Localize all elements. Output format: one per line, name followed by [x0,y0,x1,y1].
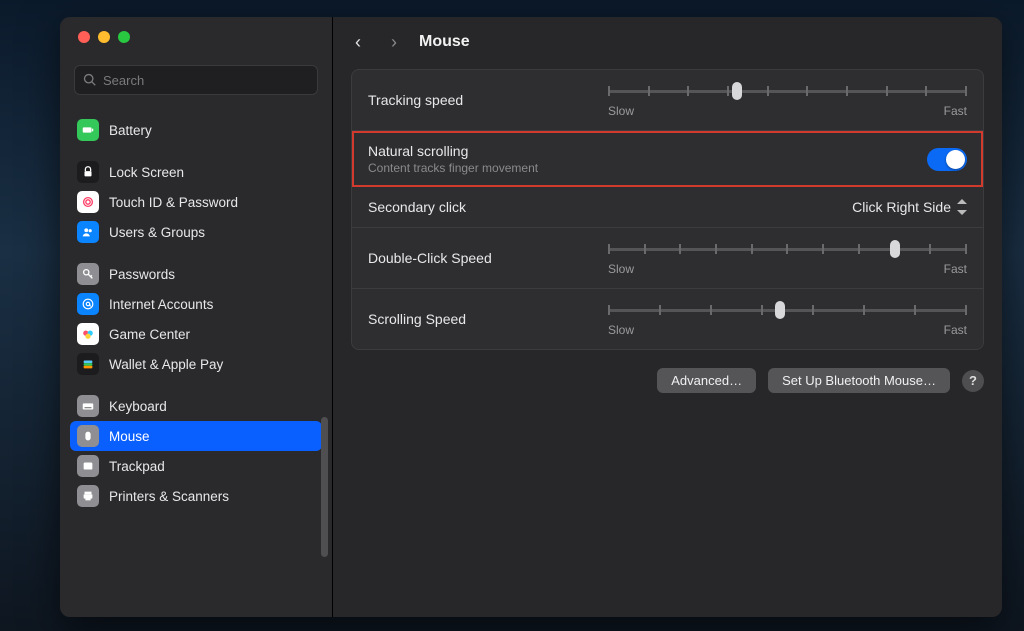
sidebar-item-label: Battery [109,123,152,138]
secondary-click-row: Secondary click Click Right Side [352,187,983,228]
slider-min-label: Slow [608,323,634,337]
key-icon [77,263,99,285]
sidebar-list: Battery Lock Screen Touch ID & Password Use… [60,103,332,617]
nav-forward-button: › [387,32,401,53]
sidebar-item-wallet[interactable]: Wallet & Apple Pay [70,349,322,379]
search-input[interactable] [103,73,309,88]
battery-icon [77,119,99,141]
sidebar-item-label: Keyboard [109,399,167,414]
slider-min-label: Slow [608,104,634,118]
mouse-icon [77,425,99,447]
slider-min-label: Slow [608,262,634,276]
sidebar-item-label: Touch ID & Password [109,195,238,210]
secondary-click-value: Click Right Side [852,199,951,215]
double-click-speed-label: Double-Click Speed [368,250,608,266]
slider-max-label: Fast [944,104,967,118]
sidebar-item-key[interactable]: Passwords [70,259,322,289]
trackpad-icon [77,455,99,477]
natural-scrolling-label: Natural scrolling [368,143,927,159]
sidebar-item-users[interactable]: Users & Groups [70,217,322,247]
secondary-click-label: Secondary click [368,199,668,215]
sidebar-item-touchid[interactable]: Touch ID & Password [70,187,322,217]
main-content: ‹ › Mouse Tracking speed Slow Fast [333,17,1002,617]
natural-scrolling-sub: Content tracks finger movement [368,161,927,175]
chevron-updown-icon [957,199,967,215]
secondary-click-select[interactable]: Click Right Side [852,199,967,215]
sidebar-item-label: Game Center [109,327,190,342]
printer-icon [77,485,99,507]
sidebar-item-at[interactable]: Internet Accounts [70,289,322,319]
wallet-icon [77,353,99,375]
page-title: Mouse [419,33,470,51]
natural-scrolling-row: Natural scrolling Content tracks finger … [352,131,983,187]
slider-max-label: Fast [944,323,967,337]
minimize-window-button[interactable] [98,31,110,43]
touchid-icon [77,191,99,213]
help-button[interactable]: ? [962,370,984,392]
sidebar-item-keyboard[interactable]: Keyboard [70,391,322,421]
double-click-speed-slider[interactable] [608,240,967,258]
settings-window: Battery Lock Screen Touch ID & Password Use… [60,17,1002,617]
sidebar-item-battery[interactable]: Battery [70,115,322,145]
sidebar-item-printer[interactable]: Printers & Scanners [70,481,322,511]
scrolling-speed-label: Scrolling Speed [368,311,608,327]
settings-panel: Tracking speed Slow Fast Natural scrolli… [351,69,984,350]
slider-max-label: Fast [944,262,967,276]
search-field[interactable] [74,65,318,95]
footer-buttons: Advanced… Set Up Bluetooth Mouse… ? [333,350,1002,411]
window-controls [60,17,332,53]
sidebar-item-label: Printers & Scanners [109,489,229,504]
sidebar-scrollbar[interactable] [321,417,328,557]
tracking-speed-row: Tracking speed Slow Fast [352,70,983,131]
sidebar: Battery Lock Screen Touch ID & Password Use… [60,17,333,617]
nav-arrows: ‹ › [351,32,401,53]
advanced-button[interactable]: Advanced… [657,368,756,393]
nav-back-button[interactable]: ‹ [351,32,365,53]
gamecenter-icon [77,323,99,345]
sidebar-item-label: Lock Screen [109,165,184,180]
sidebar-item-label: Mouse [109,429,150,444]
sidebar-item-gamecenter[interactable]: Game Center [70,319,322,349]
tracking-speed-label: Tracking speed [368,92,608,108]
sidebar-item-label: Internet Accounts [109,297,213,312]
natural-scrolling-toggle[interactable] [927,148,967,171]
sidebar-item-lock[interactable]: Lock Screen [70,157,322,187]
scrolling-speed-row: Scrolling Speed Slow Fast [352,289,983,349]
keyboard-icon [77,395,99,417]
sidebar-item-label: Wallet & Apple Pay [109,357,223,372]
sidebar-item-trackpad[interactable]: Trackpad [70,451,322,481]
at-icon [77,293,99,315]
users-icon [77,221,99,243]
top-bar: ‹ › Mouse [333,17,1002,67]
tracking-speed-slider[interactable] [608,82,967,100]
setup-bluetooth-button[interactable]: Set Up Bluetooth Mouse… [768,368,950,393]
sidebar-item-mouse[interactable]: Mouse [70,421,322,451]
double-click-speed-row: Double-Click Speed Slow Fast [352,228,983,289]
close-window-button[interactable] [78,31,90,43]
sidebar-item-label: Users & Groups [109,225,205,240]
sidebar-item-label: Trackpad [109,459,165,474]
sidebar-item-label: Passwords [109,267,175,282]
search-icon [83,73,97,87]
zoom-window-button[interactable] [118,31,130,43]
scrolling-speed-slider[interactable] [608,301,967,319]
lock-icon [77,161,99,183]
